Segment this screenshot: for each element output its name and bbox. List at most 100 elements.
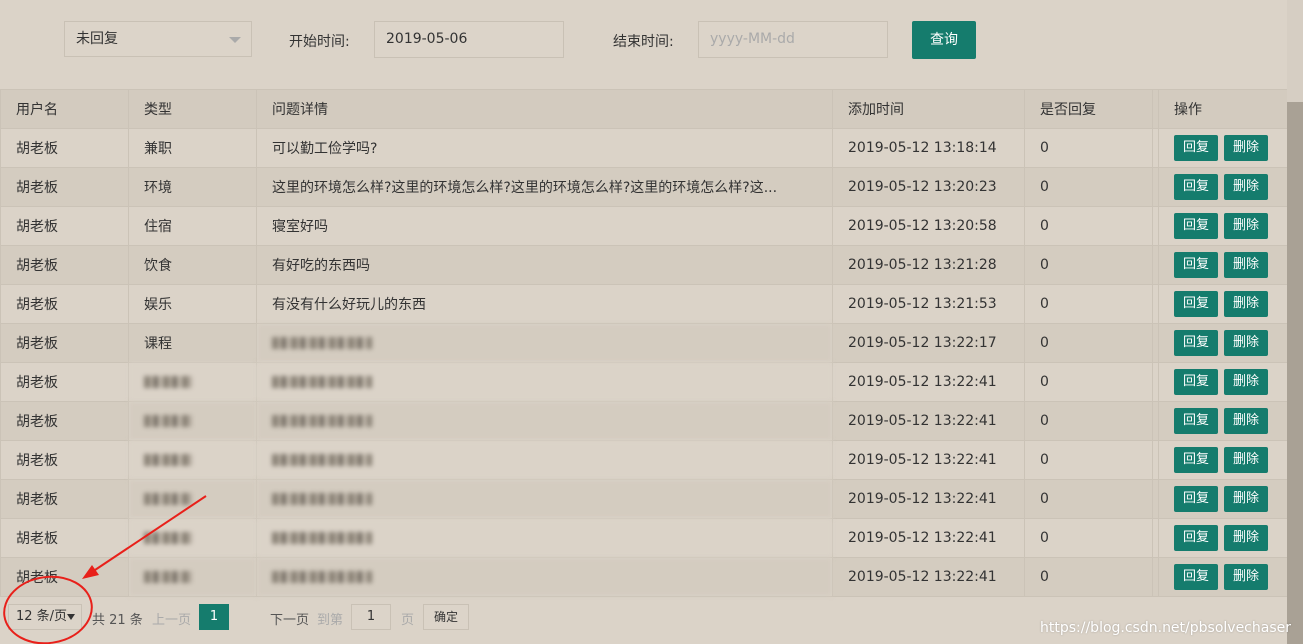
delete-button[interactable]: 删除 bbox=[1224, 408, 1268, 434]
reply-button[interactable]: 回复 bbox=[1174, 330, 1218, 356]
prev-page-link[interactable]: 上一页 bbox=[152, 609, 191, 628]
page: 未回复 开始时间: 2019-05-06 结束时间: yyyy-MM-dd 查询… bbox=[0, 0, 1303, 644]
next-page-link[interactable]: 下一页 bbox=[270, 609, 309, 628]
cell-time: 2019-05-12 13:18:14 bbox=[832, 128, 1025, 168]
redacted-block bbox=[144, 376, 192, 388]
delete-button[interactable]: 删除 bbox=[1224, 486, 1268, 512]
status-select[interactable]: 未回复 bbox=[64, 21, 252, 57]
page-size-select[interactable]: 12 条/页 bbox=[8, 604, 82, 630]
header-replied: 是否回复 bbox=[1024, 89, 1153, 129]
vertical-scrollbar[interactable] bbox=[1287, 0, 1303, 644]
cell-operations: 回复 删除 bbox=[1158, 323, 1288, 363]
watermark: https://blog.csdn.net/pbsolvechaser bbox=[1040, 620, 1291, 636]
reply-button[interactable]: 回复 bbox=[1174, 408, 1218, 434]
cell-detail: 可以勤工俭学吗? bbox=[256, 128, 833, 168]
reply-button[interactable]: 回复 bbox=[1174, 525, 1218, 551]
end-time-label: 结束时间: bbox=[613, 34, 674, 50]
delete-button[interactable]: 删除 bbox=[1224, 369, 1268, 395]
cell-operations: 回复 删除 bbox=[1158, 401, 1288, 441]
cell-time: 2019-05-12 13:22:17 bbox=[832, 323, 1025, 363]
cell-time: 2019-05-12 13:22:41 bbox=[832, 440, 1025, 480]
redacted-block bbox=[272, 532, 372, 544]
cell-type: 兼职 bbox=[128, 128, 257, 168]
table-row: 胡老板 2019-05-12 13:22:41 0 回复 删除 bbox=[0, 440, 1288, 480]
reply-button[interactable]: 回复 bbox=[1174, 564, 1218, 590]
query-button[interactable]: 查询 bbox=[912, 21, 976, 59]
delete-button[interactable]: 删除 bbox=[1224, 135, 1268, 161]
cell-username: 胡老板 bbox=[0, 167, 129, 207]
end-date-input[interactable]: yyyy-MM-dd bbox=[698, 21, 888, 58]
cell-username: 胡老板 bbox=[0, 557, 129, 597]
cell-detail bbox=[256, 557, 833, 597]
reply-button[interactable]: 回复 bbox=[1174, 291, 1218, 317]
header-username: 用户名 bbox=[0, 89, 129, 129]
scrollbar-thumb[interactable] bbox=[1287, 102, 1303, 644]
table-row: 胡老板 住宿 寝室好吗 2019-05-12 13:20:58 0 回复 删除 bbox=[0, 206, 1288, 246]
reply-button[interactable]: 回复 bbox=[1174, 174, 1218, 200]
reply-button[interactable]: 回复 bbox=[1174, 135, 1218, 161]
cell-type bbox=[128, 362, 257, 402]
delete-button[interactable]: 删除 bbox=[1224, 174, 1268, 200]
header-time: 添加时间 bbox=[832, 89, 1025, 129]
delete-button[interactable]: 删除 bbox=[1224, 564, 1268, 590]
cell-username: 胡老板 bbox=[0, 128, 129, 168]
cell-username: 胡老板 bbox=[0, 479, 129, 519]
cell-username: 胡老板 bbox=[0, 401, 129, 441]
cell-replied: 0 bbox=[1024, 284, 1153, 324]
delete-button[interactable]: 删除 bbox=[1224, 252, 1268, 278]
cell-time: 2019-05-12 13:22:41 bbox=[832, 518, 1025, 558]
cell-operations: 回复 删除 bbox=[1158, 128, 1288, 168]
cell-type: 课程 bbox=[128, 323, 257, 363]
header-operations: 操作 bbox=[1158, 89, 1288, 129]
delete-button[interactable]: 删除 bbox=[1224, 447, 1268, 473]
cell-detail bbox=[256, 323, 833, 363]
cell-type: 饮食 bbox=[128, 245, 257, 285]
table-row: 胡老板 环境 这里的环境怎么样?这里的环境怎么样?这里的环境怎么样?这里的环境怎么样… bbox=[0, 167, 1288, 207]
cell-operations: 回复 删除 bbox=[1158, 167, 1288, 207]
redacted-block bbox=[272, 454, 372, 466]
cell-time: 2019-05-12 13:22:41 bbox=[832, 557, 1025, 597]
cell-replied: 0 bbox=[1024, 479, 1153, 519]
cell-detail: 这里的环境怎么样?这里的环境怎么样?这里的环境怎么样?这里的环境怎么样?这... bbox=[256, 167, 833, 207]
redacted-block bbox=[272, 376, 372, 388]
cell-replied: 0 bbox=[1024, 128, 1153, 168]
caret-down-icon bbox=[67, 614, 75, 620]
cell-time: 2019-05-12 13:21:28 bbox=[832, 245, 1025, 285]
goto-page-input[interactable]: 1 bbox=[351, 604, 391, 630]
page-button-current[interactable]: 1 bbox=[199, 604, 229, 630]
delete-button[interactable]: 删除 bbox=[1224, 525, 1268, 551]
reply-button[interactable]: 回复 bbox=[1174, 213, 1218, 239]
status-select-value: 未回复 bbox=[76, 31, 118, 47]
cell-replied: 0 bbox=[1024, 401, 1153, 441]
cell-detail: 有没有什么好玩儿的东西 bbox=[256, 284, 833, 324]
questions-table: 用户名 类型 问题详情 添加时间 是否回复 操作 胡老板 兼职 可以勤工俭学吗? 20… bbox=[0, 89, 1288, 597]
delete-button[interactable]: 删除 bbox=[1224, 213, 1268, 239]
reply-button[interactable]: 回复 bbox=[1174, 486, 1218, 512]
delete-button[interactable]: 删除 bbox=[1224, 330, 1268, 356]
cell-operations: 回复 删除 bbox=[1158, 557, 1288, 597]
table-row: 胡老板 2019-05-12 13:22:41 0 回复 删除 bbox=[0, 401, 1288, 441]
cell-detail bbox=[256, 479, 833, 519]
cell-type bbox=[128, 557, 257, 597]
goto-confirm-button[interactable]: 确定 bbox=[423, 604, 469, 630]
table-row: 胡老板 2019-05-12 13:22:41 0 回复 删除 bbox=[0, 362, 1288, 402]
header-detail: 问题详情 bbox=[256, 89, 833, 129]
cell-operations: 回复 删除 bbox=[1158, 284, 1288, 324]
cell-detail: 有好吃的东西吗 bbox=[256, 245, 833, 285]
cell-type bbox=[128, 401, 257, 441]
page-unit-label: 页 bbox=[401, 613, 415, 628]
reply-button[interactable]: 回复 bbox=[1174, 369, 1218, 395]
table-row: 胡老板 兼职 可以勤工俭学吗? 2019-05-12 13:18:14 0 回复 删除 bbox=[0, 128, 1288, 168]
cell-username: 胡老板 bbox=[0, 206, 129, 246]
redacted-block bbox=[144, 493, 192, 505]
cell-type bbox=[128, 440, 257, 480]
cell-detail bbox=[256, 440, 833, 480]
chevron-down-icon bbox=[229, 37, 241, 43]
cell-username: 胡老板 bbox=[0, 323, 129, 363]
delete-button[interactable]: 删除 bbox=[1224, 291, 1268, 317]
redacted-block bbox=[272, 493, 372, 505]
reply-button[interactable]: 回复 bbox=[1174, 252, 1218, 278]
reply-button[interactable]: 回复 bbox=[1174, 447, 1218, 473]
cell-type: 住宿 bbox=[128, 206, 257, 246]
start-date-input[interactable]: 2019-05-06 bbox=[374, 21, 564, 58]
